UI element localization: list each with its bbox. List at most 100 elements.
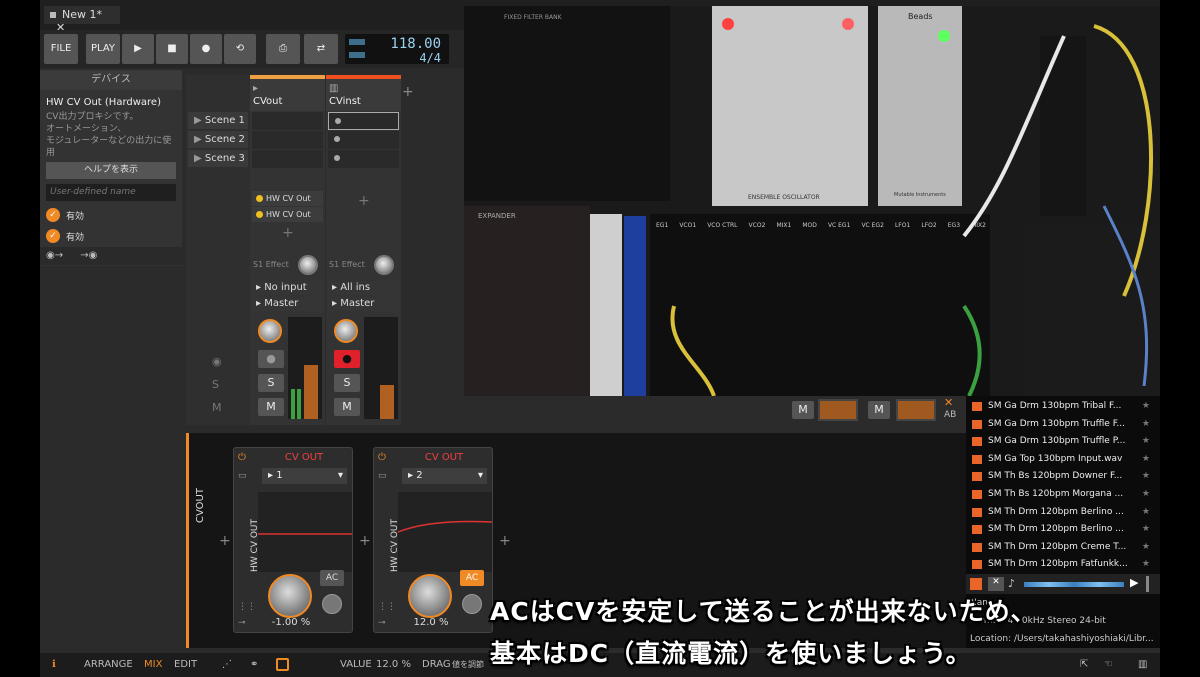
scene-play-icon[interactable]: ▶ xyxy=(194,153,205,164)
close-icon[interactable]: ✕ xyxy=(944,396,953,409)
mod-knob[interactable] xyxy=(462,594,482,614)
star-icon[interactable]: ★ xyxy=(1142,433,1150,451)
device-chip[interactable]: HW CV Out xyxy=(252,191,323,206)
add-device-icon[interactable]: + xyxy=(359,533,371,549)
star-icon[interactable]: ★ xyxy=(1142,486,1150,504)
mute-icon[interactable]: M xyxy=(212,401,222,414)
add-device-icon[interactable]: + xyxy=(219,533,231,549)
automation-button[interactable]: ⟲ xyxy=(224,34,256,64)
help-button[interactable]: ヘルプを表示 xyxy=(46,162,176,179)
solo-icon[interactable]: S xyxy=(212,378,219,391)
clip-slot[interactable] xyxy=(252,150,323,168)
power-icon[interactable]: ⏻ xyxy=(378,452,394,463)
add-device-icon[interactable]: + xyxy=(499,533,511,549)
list-item[interactable]: SM Ga Drm 130bpm Truffle F... ★ xyxy=(966,416,1160,434)
hand-icon[interactable]: ☜ xyxy=(1104,659,1113,670)
grid-icon[interactable]: ⋮⋮ xyxy=(378,602,396,612)
scene-3[interactable]: ▶ Scene 3 xyxy=(188,150,248,167)
channel-header[interactable]: ▸ CVout xyxy=(250,75,325,111)
input-select[interactable]: ▸ No input xyxy=(252,281,323,295)
mix-tab[interactable]: MIX xyxy=(144,659,162,670)
shuffle-icon[interactable]: ✕ xyxy=(988,577,1004,591)
channel-header[interactable]: ▥ CVinst xyxy=(326,75,401,111)
mute-button[interactable]: M xyxy=(258,398,284,416)
arm-button-active[interactable]: ● xyxy=(334,350,360,368)
panel-toggle-icon[interactable] xyxy=(276,658,289,671)
print-button[interactable]: ⎙ xyxy=(266,34,300,64)
grid-icon[interactable]: ⋮⋮ xyxy=(238,602,256,612)
volume-fader[interactable] xyxy=(304,365,318,419)
play-icon[interactable]: ▶ xyxy=(1130,576,1138,589)
edit-tab[interactable]: EDIT xyxy=(174,659,197,670)
list-item[interactable]: SM Th Bs 120bpm Morgana ... ★ xyxy=(966,486,1160,504)
star-icon[interactable]: ★ xyxy=(1142,468,1150,486)
file-button[interactable]: FILE xyxy=(44,34,78,64)
list-item[interactable]: SM Th Drm 120bpm Berlino ... ★ xyxy=(966,504,1160,522)
ac-button-active[interactable]: AC xyxy=(460,570,484,586)
volume-slider[interactable] xyxy=(1146,576,1149,592)
list-item[interactable]: SM Th Drm 120bpm Berlino ... ★ xyxy=(966,521,1160,539)
star-icon[interactable]: ★ xyxy=(1142,521,1150,539)
waveform[interactable] xyxy=(1024,582,1124,587)
stop-button[interactable]: ■ xyxy=(156,34,188,64)
list-item[interactable]: SM Ga Drm 130bpm Truffle P... ★ xyxy=(966,433,1160,451)
ac-button[interactable]: AC xyxy=(320,570,344,586)
project-tab[interactable]: New 1* ✕ xyxy=(44,6,120,34)
output-routing-icon[interactable]: →◉ xyxy=(80,250,97,261)
list-item[interactable]: SM Th Bs 120bpm Downer F... ★ xyxy=(966,468,1160,486)
volume-fader[interactable] xyxy=(818,399,858,421)
folder-icon[interactable]: ▭ xyxy=(378,471,394,481)
add-device-icon[interactable]: + xyxy=(358,193,370,209)
cv-channel-select[interactable]: ▸ 1 ▾ xyxy=(262,468,347,484)
scene-play-icon[interactable]: ▶ xyxy=(194,115,205,126)
record-arm-icon[interactable]: ◉ xyxy=(212,355,222,368)
arm-button[interactable]: ● xyxy=(258,350,284,368)
play-menu-button[interactable]: PLAY xyxy=(86,34,120,64)
add-device-icon[interactable]: + xyxy=(282,225,294,241)
list-item[interactable]: SM Th Drm 120bpm Creme T... ★ xyxy=(966,539,1160,557)
user-name-field[interactable]: User-defined name xyxy=(46,184,176,201)
add-track-icon[interactable]: + xyxy=(402,84,414,100)
star-icon[interactable]: ★ xyxy=(1142,451,1150,469)
mod-knob[interactable] xyxy=(322,594,342,614)
clip-slot[interactable] xyxy=(252,131,323,149)
info-icon[interactable]: ℹ xyxy=(52,659,56,670)
record-button[interactable]: ● xyxy=(190,34,222,64)
power-icon[interactable]: ⏻ xyxy=(238,452,254,463)
scene-play-icon[interactable]: ▶ xyxy=(194,134,205,145)
mute-button[interactable]: M xyxy=(334,398,360,416)
clip-slot[interactable] xyxy=(252,112,323,130)
scene-2[interactable]: ▶ Scene 2 xyxy=(188,131,248,148)
volume-fader[interactable] xyxy=(896,399,936,421)
time-signature[interactable]: 4/4 xyxy=(419,51,441,65)
tempo-display[interactable]: 118.00 4/4 xyxy=(345,34,449,65)
cv-amount-knob[interactable] xyxy=(268,574,312,618)
cv-channel-select[interactable]: ▸ 2 ▾ xyxy=(402,468,487,484)
send-knob[interactable] xyxy=(374,255,394,275)
arrange-tab[interactable]: ARRANGE xyxy=(84,659,133,670)
input-routing-icon[interactable]: ◉→ xyxy=(46,250,63,261)
pointer-icon[interactable]: ⇱ xyxy=(1080,659,1088,670)
tempo-value[interactable]: 118.00 xyxy=(390,36,441,52)
clip-slot[interactable] xyxy=(328,150,399,168)
clip-slot[interactable] xyxy=(328,112,399,130)
send-knob[interactable] xyxy=(298,255,318,275)
output-select[interactable]: ▸ Master xyxy=(252,297,323,311)
device-chip[interactable]: HW CV Out xyxy=(252,207,323,222)
overdub-button[interactable]: ⇄ xyxy=(304,34,338,64)
scene-1[interactable]: ▶ Scene 1 xyxy=(188,112,248,129)
star-icon[interactable]: ★ xyxy=(1142,556,1150,574)
list-item[interactable]: SM Th Drm 120bpm Fatfunkk... ★ xyxy=(966,556,1160,574)
star-icon[interactable]: ★ xyxy=(1142,504,1150,522)
folder-icon[interactable]: ▭ xyxy=(238,471,254,481)
solo-button[interactable]: S xyxy=(258,374,284,392)
keyboard-icon[interactable]: ▥ xyxy=(1138,659,1147,670)
mute-button[interactable]: M xyxy=(792,401,814,419)
clip-slot[interactable] xyxy=(328,131,399,149)
ab-toggle[interactable]: AB xyxy=(944,410,956,420)
star-icon[interactable]: ★ xyxy=(1142,398,1150,416)
grid-icon[interactable]: ⋰ xyxy=(222,659,232,670)
key-icon[interactable]: ⊸ xyxy=(378,618,386,628)
list-item[interactable]: SM Ga Drm 130bpm Tribal F... ★ xyxy=(966,398,1160,416)
input-select[interactable]: ▸ All ins xyxy=(328,281,399,295)
